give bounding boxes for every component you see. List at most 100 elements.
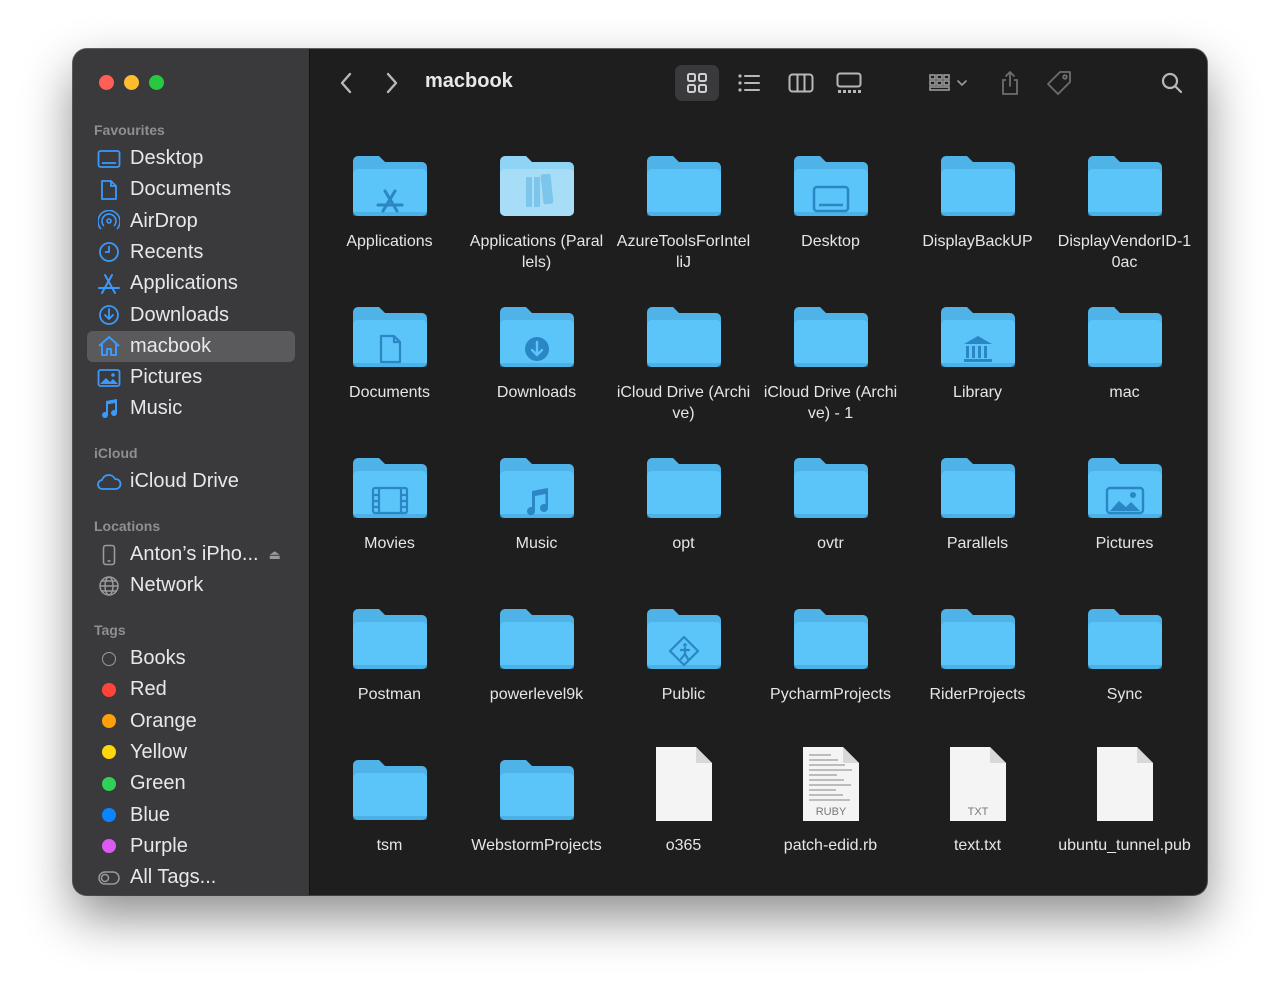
eject-icon[interactable]: ⏏ bbox=[269, 547, 281, 563]
item-label: Applications (Parallels) bbox=[469, 233, 604, 271]
folder-icon bbox=[1051, 278, 1198, 370]
sidebar-item-label: Documents bbox=[130, 178, 232, 201]
folder-item[interactable]: opt bbox=[610, 429, 757, 554]
item-label: Library bbox=[953, 384, 1002, 401]
folder-icon bbox=[463, 278, 610, 370]
sidebar-item-macbook[interactable]: macbook bbox=[87, 330, 295, 362]
folder-item[interactable]: Applications bbox=[316, 127, 463, 252]
sidebar-item-label: Recents bbox=[130, 240, 204, 263]
folder-item[interactable]: Postman bbox=[316, 580, 463, 705]
item-label: Sync bbox=[1106, 686, 1143, 703]
item-label: Applications bbox=[346, 233, 433, 250]
sidebar-item-label: Red bbox=[130, 678, 167, 701]
sidebar-item-purple[interactable]: Purple bbox=[87, 831, 295, 862]
iphone-icon bbox=[96, 544, 122, 566]
applications-icon bbox=[96, 273, 122, 295]
sidebar-item-recents[interactable]: Recents bbox=[87, 237, 295, 268]
finder-window: Favourites Desktop Documents AirDrop Recents… bbox=[73, 49, 1207, 895]
list-view-button[interactable] bbox=[727, 65, 771, 101]
sidebar-item-yellow[interactable]: Yellow bbox=[87, 737, 295, 768]
folder-icon bbox=[757, 429, 904, 521]
pictures-icon bbox=[96, 367, 122, 389]
column-view-icon bbox=[788, 73, 814, 93]
folder-item[interactable]: iCloud Drive (Archive) - 1 bbox=[757, 278, 904, 424]
sidebar-item-pictures[interactable]: Pictures bbox=[87, 362, 295, 393]
folder-item[interactable]: Desktop bbox=[757, 127, 904, 252]
forward-button[interactable] bbox=[380, 71, 404, 95]
column-view-button[interactable] bbox=[779, 65, 823, 101]
search-button[interactable] bbox=[1158, 69, 1186, 97]
folder-item[interactable]: Applications (Parallels) bbox=[463, 127, 610, 273]
item-label: Parallels bbox=[946, 535, 1009, 552]
item-label: o365 bbox=[665, 837, 702, 854]
sidebar-section-favourites: Favourites bbox=[94, 122, 165, 138]
tag-button[interactable] bbox=[1042, 65, 1076, 101]
tag-blue-icon bbox=[96, 804, 122, 826]
toolbar: macbook bbox=[310, 49, 1207, 117]
file-item[interactable]: ubuntu_tunnel.pub bbox=[1051, 731, 1198, 856]
folder-item[interactable]: RiderProjects bbox=[904, 580, 1051, 705]
folder-item[interactable]: mac bbox=[1051, 278, 1198, 403]
file-item[interactable]: RUBY patch-edid.rb bbox=[757, 731, 904, 856]
sidebar-item-label: Network bbox=[130, 574, 204, 597]
sidebar-item-downloads[interactable]: Downloads bbox=[87, 300, 295, 331]
folder-item[interactable]: Parallels bbox=[904, 429, 1051, 554]
folder-item[interactable]: tsm bbox=[316, 731, 463, 856]
item-label: Postman bbox=[357, 686, 422, 703]
file-icon bbox=[610, 731, 757, 823]
share-button[interactable] bbox=[994, 65, 1026, 101]
sidebar-item-desktop[interactable]: Desktop bbox=[87, 143, 295, 174]
sidebar-item-books[interactable]: Books bbox=[87, 643, 295, 674]
sidebar-section-tags: Tags bbox=[94, 622, 126, 638]
sidebar-item-documents[interactable]: Documents bbox=[87, 174, 295, 205]
airdrop-icon bbox=[96, 210, 122, 232]
sidebar-item-applications[interactable]: Applications bbox=[87, 268, 295, 299]
close-button[interactable] bbox=[99, 75, 114, 90]
clock-icon bbox=[96, 241, 122, 263]
sidebar-item-anton-s-ipho[interactable]: Anton’s iPho... ⏏ bbox=[87, 539, 295, 570]
folder-item[interactable]: Music bbox=[463, 429, 610, 554]
sidebar-item-red[interactable]: Red bbox=[87, 674, 295, 705]
folder-item[interactable]: ovtr bbox=[757, 429, 904, 554]
music-icon bbox=[96, 398, 122, 420]
sidebar-item-label: Orange bbox=[130, 709, 197, 732]
folder-item[interactable]: AzureToolsForIntelliJ bbox=[610, 127, 757, 273]
minimize-button[interactable] bbox=[124, 75, 139, 90]
gallery-view-icon bbox=[836, 72, 862, 93]
icon-view-button[interactable] bbox=[675, 65, 719, 101]
item-label: Music bbox=[515, 535, 558, 552]
folder-item[interactable]: Movies bbox=[316, 429, 463, 554]
sidebar-item-airdrop[interactable]: AirDrop bbox=[87, 206, 295, 237]
sidebar-item-blue[interactable]: Blue bbox=[87, 800, 295, 831]
item-label: RiderProjects bbox=[929, 686, 1026, 703]
gallery-view-button[interactable] bbox=[827, 65, 871, 101]
sidebar-item-music[interactable]: Music bbox=[87, 393, 295, 424]
folder-item[interactable]: Public bbox=[610, 580, 757, 705]
sidebar-item-green[interactable]: Green bbox=[87, 768, 295, 799]
folder-icon bbox=[1051, 429, 1198, 521]
sidebar-item-all-tags[interactable]: All Tags... bbox=[87, 862, 295, 893]
group-by-button[interactable] bbox=[922, 65, 974, 101]
sidebar-item-label: Yellow bbox=[130, 740, 188, 763]
folder-item[interactable]: WebstormProjects bbox=[463, 731, 610, 856]
folder-item[interactable]: Sync bbox=[1051, 580, 1198, 705]
zoom-button[interactable] bbox=[149, 75, 164, 90]
folder-item[interactable]: Downloads bbox=[463, 278, 610, 403]
desktop-icon bbox=[96, 148, 122, 170]
item-label: patch-edid.rb bbox=[783, 837, 878, 854]
sidebar-item-orange[interactable]: Orange bbox=[87, 706, 295, 737]
folder-item[interactable]: Documents bbox=[316, 278, 463, 403]
file-item[interactable]: TXT text.txt bbox=[904, 731, 1051, 856]
sidebar-item-network[interactable]: Network bbox=[87, 570, 295, 601]
folder-item[interactable]: iCloud Drive (Archive) bbox=[610, 278, 757, 424]
folder-item[interactable]: DisplayVendorID-10ac bbox=[1051, 127, 1198, 273]
folder-item[interactable]: PycharmProjects bbox=[757, 580, 904, 705]
file-item[interactable]: o365 bbox=[610, 731, 757, 856]
back-button[interactable] bbox=[334, 71, 358, 95]
sidebar-item-icloud-drive[interactable]: iCloud Drive bbox=[87, 466, 295, 497]
item-label: Documents bbox=[349, 384, 430, 401]
folder-item[interactable]: Library bbox=[904, 278, 1051, 403]
folder-item[interactable]: powerlevel9k bbox=[463, 580, 610, 705]
folder-item[interactable]: Pictures bbox=[1051, 429, 1198, 554]
folder-item[interactable]: DisplayBackUP bbox=[904, 127, 1051, 252]
